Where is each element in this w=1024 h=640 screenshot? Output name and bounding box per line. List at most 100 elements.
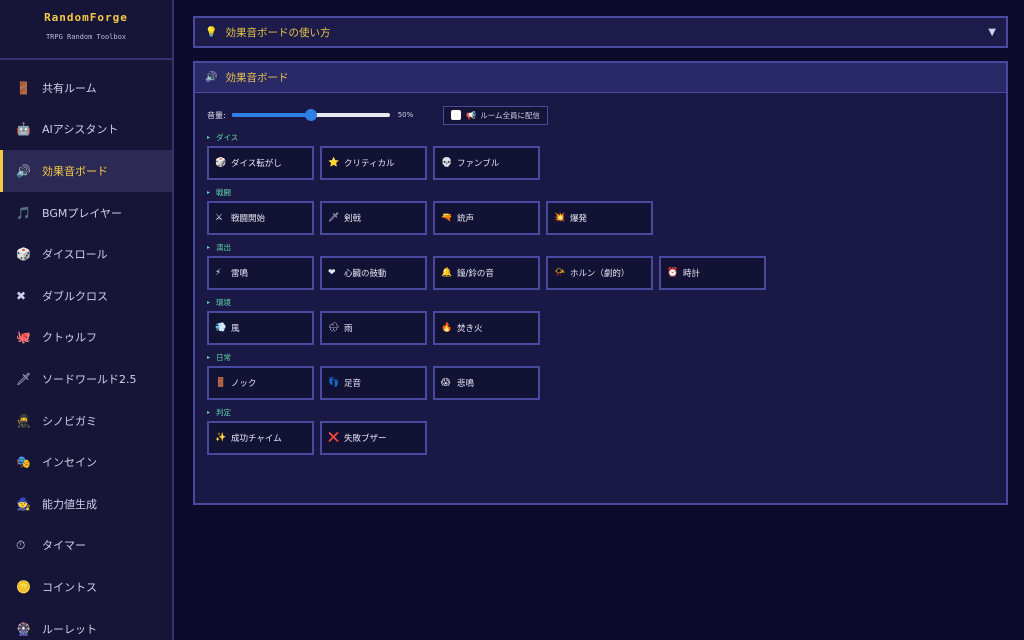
- sound-button-label: 風: [231, 324, 240, 334]
- broadcast-checkbox[interactable]: [451, 110, 462, 120]
- triangle-right-icon: ▸: [207, 133, 211, 141]
- sound-button[interactable]: 😱 悲鳴: [433, 366, 540, 400]
- sparkles-icon: ✨: [215, 433, 227, 443]
- sound-button-row: ✨ 成功チャイム ❌ 失敗ブザー: [207, 421, 994, 455]
- sidebar-item-label: クトゥルフ: [42, 331, 97, 345]
- sound-button[interactable]: ✨ 成功チャイム: [207, 421, 314, 455]
- sidebar-item-12[interactable]: 🪙 コイントス: [0, 566, 172, 608]
- sound-button-label: 爆発: [570, 214, 588, 224]
- sidebar-nav: 🚪 共有ルーム 🤖 AIアシスタント 🔊 効果音ボード 🎵 BGMプレイヤー 🎲 ダイスロール ✖ ダ…: [0, 67, 172, 640]
- sound-button-label: 雨: [344, 324, 353, 334]
- sound-button[interactable]: 🔫 銃声: [433, 201, 540, 235]
- sidebar-item-label: 能力値生成: [42, 497, 97, 511]
- sound-button-row: 💨 風 🌧 雨 🔥 焚き火: [207, 311, 994, 345]
- sidebar-item-8[interactable]: 🥷 シノビガミ: [0, 400, 172, 442]
- sound-button[interactable]: 🔥 焚き火: [433, 311, 540, 345]
- sound-button-row: 🚪 ノック 👣 足音 😱 悲鳴: [207, 366, 994, 400]
- volume-slider-handle[interactable]: [304, 109, 317, 121]
- rain-icon: 🌧: [328, 323, 340, 333]
- masks-icon: 🎭: [16, 455, 31, 470]
- sidebar-item-label: 効果音ボード: [42, 164, 108, 178]
- sound-button[interactable]: ⚡ 雷鳴: [207, 256, 314, 290]
- volume-slider[interactable]: [231, 109, 390, 121]
- main-content: 💡 効果音ボードの使い方 ▼ 🔊 効果音ボード 音量: 50% 📢 ルーム全員に…: [193, 16, 1008, 505]
- sidebar-item-3[interactable]: 🎵 BGMプレイヤー: [0, 192, 172, 234]
- category-label: ダイス: [216, 132, 239, 142]
- sidebar-item-label: コイントス: [42, 580, 97, 594]
- category-label: 判定: [216, 407, 232, 417]
- gun-icon: 🔫: [441, 213, 453, 223]
- wizard-icon: 🧙: [16, 496, 31, 511]
- sound-button[interactable]: ❌ 失敗ブザー: [320, 421, 427, 455]
- sound-button[interactable]: 🌧 雨: [320, 311, 427, 345]
- sound-button-label: 雷鳴: [231, 269, 249, 279]
- sound-button-label: クリティカル: [344, 159, 395, 169]
- speaker-icon: 🔊: [16, 163, 31, 178]
- sound-button[interactable]: 👣 足音: [320, 366, 427, 400]
- ninja-icon: 🥷: [16, 413, 31, 428]
- lightning-icon: ⚡: [215, 268, 222, 278]
- sound-button[interactable]: 🗡 剣戟: [320, 201, 427, 235]
- sound-button-row: ⚡ 雷鳴 ❤ 心臓の鼓動 🔔 鐘/鈴の音 📯 ホルン（劇的） ⏰ 時計: [207, 256, 994, 290]
- cross-mark-icon: ❌: [328, 433, 340, 443]
- sword-icon: 🗡: [16, 371, 32, 386]
- category-label: 環境: [216, 297, 232, 307]
- sidebar-item-9[interactable]: 🎭 インセイン: [0, 441, 172, 483]
- door-icon: 🚪: [16, 80, 31, 95]
- chevron-down-icon[interactable]: ▼: [988, 27, 996, 38]
- sidebar-item-label: ダブルクロス: [42, 289, 108, 303]
- sidebar-item-label: タイマー: [42, 539, 86, 553]
- dice-icon: 🎲: [16, 247, 31, 262]
- sound-button[interactable]: ❤ 心臓の鼓動: [320, 256, 427, 290]
- sidebar-item-13[interactable]: 🎡 ルーレット: [0, 608, 172, 640]
- sidebar-item-label: ソードワールド2.5: [42, 372, 137, 386]
- door-icon: 🚪: [215, 378, 227, 388]
- sidebar-item-11[interactable]: ⏱ タイマー: [0, 525, 172, 567]
- sound-button-label: 鐘/鈴の音: [457, 269, 494, 279]
- sound-button[interactable]: 📯 ホルン（劇的）: [546, 256, 653, 290]
- fire-icon: 🔥: [441, 323, 453, 333]
- lightbulb-icon: 💡: [205, 26, 218, 38]
- sound-button[interactable]: 🎲 ダイス転がし: [207, 146, 314, 180]
- sound-button[interactable]: 🔔 鐘/鈴の音: [433, 256, 540, 290]
- sound-button-label: 戦闘開始: [231, 214, 266, 224]
- sidebar-item-10[interactable]: 🧙 能力値生成: [0, 483, 172, 525]
- sidebar-item-6[interactable]: 🐙 クトゥルフ: [0, 317, 172, 359]
- category-title: ▸ 演出: [207, 241, 994, 253]
- category-label: 日常: [216, 352, 232, 362]
- sound-button[interactable]: 🚪 ノック: [207, 366, 314, 400]
- sound-button-label: 銃声: [457, 214, 475, 224]
- triangle-right-icon: ▸: [207, 243, 211, 251]
- panel-body: 音量: 50% 📢 ルーム全員に配信 ▸ ダイス 🎲 ダイス転がし ⭐ クリティカル 💀 ファ…: [195, 93, 1006, 455]
- wind-icon: 💨: [215, 323, 227, 333]
- sound-button-label: 時計: [683, 269, 701, 279]
- octopus-icon: 🐙: [16, 330, 31, 345]
- sound-button-label: 成功チャイム: [231, 434, 282, 444]
- sidebar-item-0[interactable]: 🚪 共有ルーム: [0, 67, 172, 109]
- megaphone-icon: 📢: [466, 110, 477, 120]
- sound-button[interactable]: ⏰ 時計: [659, 256, 766, 290]
- sound-button-label: ノック: [231, 379, 257, 389]
- sound-button[interactable]: ⭐ クリティカル: [320, 146, 427, 180]
- sound-button[interactable]: ⚔ 戦闘開始: [207, 201, 314, 235]
- sidebar-item-4[interactable]: 🎲 ダイスロール: [0, 233, 172, 275]
- sound-button[interactable]: 💨 風: [207, 311, 314, 345]
- sidebar-item-1[interactable]: 🤖 AIアシスタント: [0, 109, 172, 151]
- sound-button[interactable]: 💥 爆発: [546, 201, 653, 235]
- sidebar-item-7[interactable]: 🗡 ソードワールド2.5: [0, 358, 172, 400]
- sidebar-item-2[interactable]: 🔊 効果音ボード: [0, 150, 172, 192]
- scream-icon: 😱: [441, 378, 451, 388]
- sound-button[interactable]: 💀 ファンブル: [433, 146, 540, 180]
- alarm-clock-icon: ⏰: [667, 268, 679, 278]
- sidebar-item-5[interactable]: ✖ ダブルクロス: [0, 275, 172, 317]
- broadcast-toggle[interactable]: 📢 ルーム全員に配信: [443, 105, 549, 125]
- sidebar-item-label: インセイン: [42, 456, 97, 470]
- sword-icon: 🗡: [328, 213, 340, 223]
- triangle-right-icon: ▸: [207, 188, 211, 196]
- heart-icon: ❤: [328, 268, 336, 278]
- howto-accordion[interactable]: 💡 効果音ボードの使い方 ▼: [193, 16, 1008, 48]
- category-title: ▸ 日常: [207, 351, 994, 363]
- sound-board-panel: 🔊 効果音ボード 音量: 50% 📢 ルーム全員に配信 ▸ ダイス 🎲 ダイス転がし ⭐…: [193, 61, 1008, 505]
- sound-button-label: 剣戟: [344, 214, 362, 224]
- skull-icon: 💀: [441, 158, 453, 168]
